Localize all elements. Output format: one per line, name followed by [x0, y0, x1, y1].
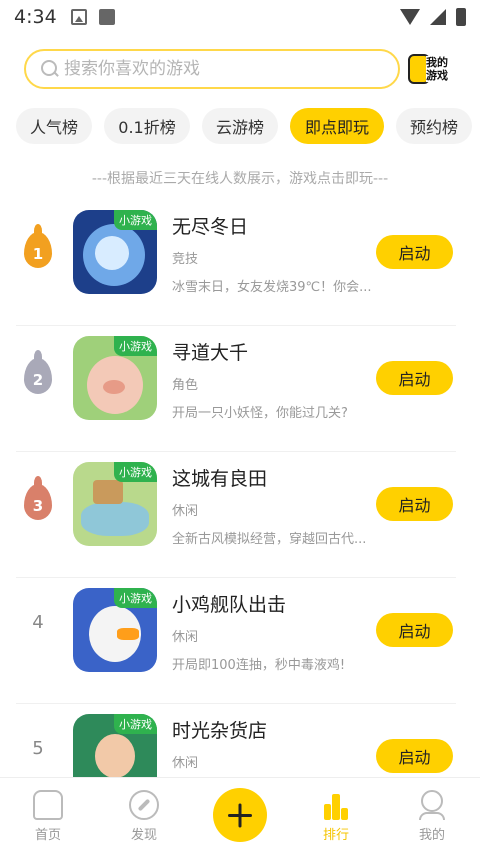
- nav-discover[interactable]: 发现: [114, 790, 174, 843]
- bottom-nav: 首页 发现 排行 我的: [0, 777, 480, 853]
- nav-home[interactable]: 首页: [18, 790, 78, 843]
- rank-number: 4: [32, 612, 44, 633]
- ranking-icon: [321, 790, 351, 820]
- rank-number: 5: [32, 738, 44, 759]
- game-name: 时光杂货店: [172, 720, 268, 742]
- launch-button[interactable]: 启动: [376, 235, 453, 269]
- game-icon[interactable]: 小游戏: [73, 336, 157, 420]
- game-name: 小鸡舰队出击: [172, 594, 287, 616]
- rank-flame-icon: 1: [24, 224, 52, 268]
- nav-ranking-label: 排行: [322, 828, 349, 843]
- my-games-label: 我的游戏: [426, 56, 456, 82]
- my-games-button[interactable]: 我的游戏: [408, 49, 458, 89]
- mini-game-badge: 小游戏: [114, 336, 157, 356]
- home-icon: [33, 790, 63, 820]
- nav-ranking[interactable]: 排行: [306, 790, 366, 843]
- profile-icon: [417, 790, 447, 820]
- list-item[interactable]: 5 小游戏 时光杂货店 休闲 启动: [0, 704, 480, 778]
- mini-game-badge: 小游戏: [114, 588, 157, 608]
- rank-flame-icon: 3: [24, 476, 52, 520]
- nav-home-label: 首页: [34, 828, 61, 843]
- game-icon[interactable]: 小游戏: [73, 210, 157, 294]
- game-name: 这城有良田: [172, 468, 268, 490]
- list-item[interactable]: 4 小游戏 小鸡舰队出击 休闲 开局即100连抽，秒中毒液鸡! 启动: [0, 578, 480, 704]
- plus-button[interactable]: [213, 788, 267, 842]
- game-category: 休闲: [172, 630, 199, 645]
- rank-number: 2: [32, 371, 44, 389]
- game-name: 无尽冬日: [172, 216, 249, 238]
- game-name: 寻道大千: [172, 342, 249, 364]
- search-icon: [40, 59, 60, 79]
- search-input[interactable]: [64, 59, 364, 79]
- rank-number: 1: [32, 245, 44, 263]
- launch-button[interactable]: 启动: [376, 613, 453, 647]
- status-time: 4:34: [14, 6, 57, 28]
- launch-button[interactable]: 启动: [376, 487, 453, 521]
- game-category: 角色: [172, 378, 199, 393]
- status-bar: 4:34: [0, 0, 480, 34]
- game-description: 开局即100连抽，秒中毒液鸡!: [172, 658, 346, 673]
- tab-popular[interactable]: 人气榜: [16, 108, 92, 144]
- compass-icon: [129, 790, 159, 820]
- app-notification-icon: [98, 9, 115, 25]
- search-row: 我的游戏: [24, 48, 464, 90]
- game-description: 全新古风模拟经营，穿越回古代...: [172, 532, 367, 547]
- game-description: 开局一只小妖怪，你能过几关?: [172, 406, 348, 421]
- nav-profile[interactable]: 我的: [402, 790, 462, 843]
- gallery-notification-icon: [70, 9, 87, 25]
- mini-game-badge: 小游戏: [114, 462, 157, 482]
- launch-button[interactable]: 启动: [376, 739, 453, 773]
- game-icon[interactable]: 小游戏: [73, 462, 157, 546]
- tab-instant-play[interactable]: 即点即玩: [290, 108, 384, 144]
- battery-icon: [456, 8, 466, 26]
- search-box[interactable]: [24, 49, 400, 89]
- tab-discount[interactable]: 0.1折榜: [104, 108, 190, 144]
- wifi-icon: [400, 9, 420, 25]
- list-item[interactable]: 3 小游戏 这城有良田 休闲 全新古风模拟经营，穿越回古代... 启动: [0, 452, 480, 578]
- mini-game-badge: 小游戏: [114, 210, 157, 230]
- launch-button[interactable]: 启动: [376, 361, 453, 395]
- nav-discover-label: 发现: [130, 828, 157, 843]
- rank-number: 3: [32, 497, 44, 515]
- game-category: 休闲: [172, 504, 199, 519]
- ranking-hint: ---根据最近三天在线人数展示，游戏点击即玩---: [91, 171, 389, 187]
- tab-cloud[interactable]: 云游榜: [202, 108, 278, 144]
- rank-flame-icon: 2: [24, 350, 52, 394]
- game-icon[interactable]: 小游戏: [73, 588, 157, 672]
- mini-game-badge: 小游戏: [114, 714, 157, 734]
- signal-icon: [430, 9, 446, 25]
- tab-reservation[interactable]: 预约榜: [396, 108, 472, 144]
- category-tabs: 人气榜 0.1折榜 云游榜 即点即玩 预约榜: [0, 108, 480, 144]
- game-category: 休闲: [172, 756, 199, 771]
- list-item[interactable]: 2 小游戏 寻道大千 角色 开局一只小妖怪，你能过几关? 启动: [0, 326, 480, 452]
- list-item[interactable]: 1 小游戏 无尽冬日 竞技 冰雪末日，女友发烧39℃！你会... 启动: [0, 200, 480, 326]
- game-description: 冰雪末日，女友发烧39℃！你会...: [172, 280, 372, 295]
- game-icon[interactable]: 小游戏: [73, 714, 157, 778]
- nav-profile-label: 我的: [418, 828, 445, 843]
- game-category: 竞技: [172, 252, 199, 267]
